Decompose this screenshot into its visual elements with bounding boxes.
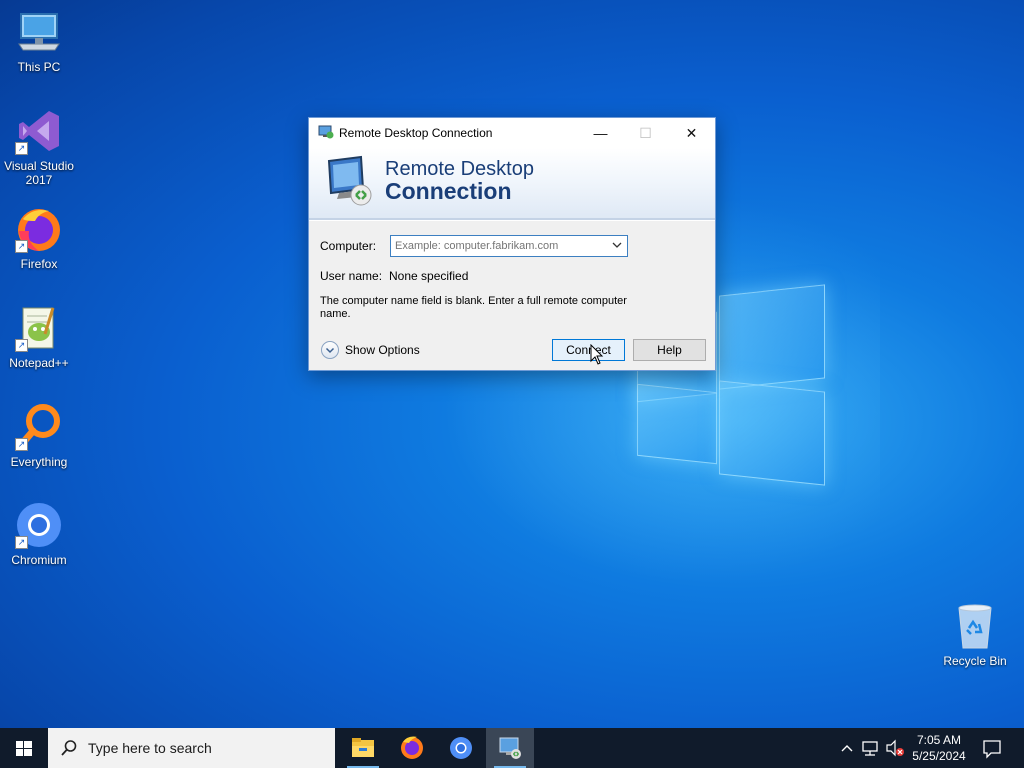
windows-start-icon [16, 741, 32, 756]
minimize-button[interactable]: — [578, 118, 623, 148]
chevron-down-icon[interactable] [611, 239, 623, 251]
taskbar-search-box[interactable]: Type here to search [48, 728, 335, 768]
shortcut-arrow-icon: ↗ [15, 339, 28, 352]
help-button[interactable]: Help [633, 339, 706, 361]
shortcut-arrow-icon: ↗ [15, 142, 28, 155]
desktop-icon-firefox[interactable]: ↗ Firefox [1, 205, 77, 271]
desktop-icon-label: Notepad++ [9, 356, 69, 370]
search-icon [61, 740, 77, 756]
clock-date: 5/25/2024 [912, 749, 966, 763]
everything-search-icon: ↗ [15, 403, 63, 451]
visual-studio-icon: ↗ [15, 107, 63, 155]
desktop-icon-label: Firefox [20, 257, 58, 271]
shortcut-arrow-icon: ↗ [15, 536, 28, 549]
tray-chevron-up-icon[interactable] [838, 728, 856, 768]
remote-desktop-monitor-icon [325, 155, 377, 207]
show-options-label: Show Options [345, 343, 420, 357]
firefox-icon: ↗ [15, 205, 63, 253]
notepadpp-icon: ↗ [15, 304, 63, 352]
computer-icon [15, 8, 63, 56]
username-value: None specified [389, 269, 469, 283]
firefox-icon [401, 736, 423, 759]
mouse-cursor-icon [590, 344, 604, 365]
validation-message: The computer name field is blank. Enter … [320, 295, 627, 320]
taskbar-firefox[interactable] [388, 728, 436, 768]
computer-label: Computer: [320, 239, 377, 253]
close-button[interactable]: ✕ [669, 118, 714, 148]
file-explorer-icon [352, 738, 374, 757]
desktop-icon-notepadpp[interactable]: ↗ Notepad++ [1, 304, 77, 370]
desktop-icon-visual-studio[interactable]: ↗ Visual Studio 2017 [1, 107, 77, 187]
chromium-icon: ↗ [15, 501, 63, 549]
desktop-icon-everything[interactable]: ↗ Everything [1, 403, 77, 469]
start-button[interactable] [0, 728, 48, 768]
desktop-icon-chromium[interactable]: ↗ Chromium [1, 501, 77, 567]
desktop-icon-label: Recycle Bin [943, 654, 1007, 668]
desktop-icon-this-pc[interactable]: This PC [1, 8, 77, 74]
banner-title-line2: Connection [385, 178, 512, 204]
connect-button[interactable]: Connect [552, 339, 625, 361]
computer-input[interactable] [393, 237, 607, 254]
taskbar-remote-desktop[interactable] [486, 728, 534, 768]
shortcut-arrow-icon: ↗ [15, 438, 28, 451]
maximize-button[interactable]: ☐ [623, 118, 668, 148]
dialog-banner: Remote Desktop Connection [309, 148, 715, 220]
banner-divider [309, 220, 715, 221]
taskbar-clock[interactable]: 7:05 AM 5/25/2024 [900, 732, 978, 764]
desktop-icon-label: Visual Studio 2017 [4, 159, 74, 187]
clock-time: 7:05 AM [916, 733, 962, 747]
taskbar-chromium[interactable] [437, 728, 485, 768]
recycle-bin-icon [951, 602, 999, 650]
username-label: User name: [320, 269, 383, 283]
dialog-title: Remote Desktop Connection [339, 126, 493, 140]
network-icon[interactable] [860, 728, 882, 768]
remote-desktop-icon [499, 737, 521, 759]
desktop-icon-label: Chromium [11, 553, 67, 567]
taskbar: Type here to search 7:05 AM 5/25/2024 [0, 728, 1024, 768]
chromium-icon [450, 737, 472, 759]
desktop: This PC ↗ Visual Studio 2017 ↗ Firefox ↗… [0, 0, 1024, 728]
remote-desktop-icon [318, 125, 334, 139]
dialog-titlebar[interactable]: Remote Desktop Connection — ☐ ✕ [309, 118, 715, 148]
remote-desktop-dialog: Remote Desktop Connection — ☐ ✕ Remote D… [308, 117, 716, 371]
desktop-icon-label: Everything [10, 455, 68, 469]
desktop-icon-label: This PC [17, 60, 61, 74]
shortcut-arrow-icon: ↗ [15, 240, 28, 253]
notification-center-icon[interactable] [980, 728, 1004, 768]
expand-chevron-icon[interactable] [321, 341, 339, 359]
computer-combobox[interactable] [390, 235, 628, 257]
search-placeholder: Type here to search [88, 740, 212, 756]
desktop-icon-recycle-bin[interactable]: Recycle Bin [937, 602, 1013, 668]
taskbar-file-explorer[interactable] [339, 728, 387, 768]
